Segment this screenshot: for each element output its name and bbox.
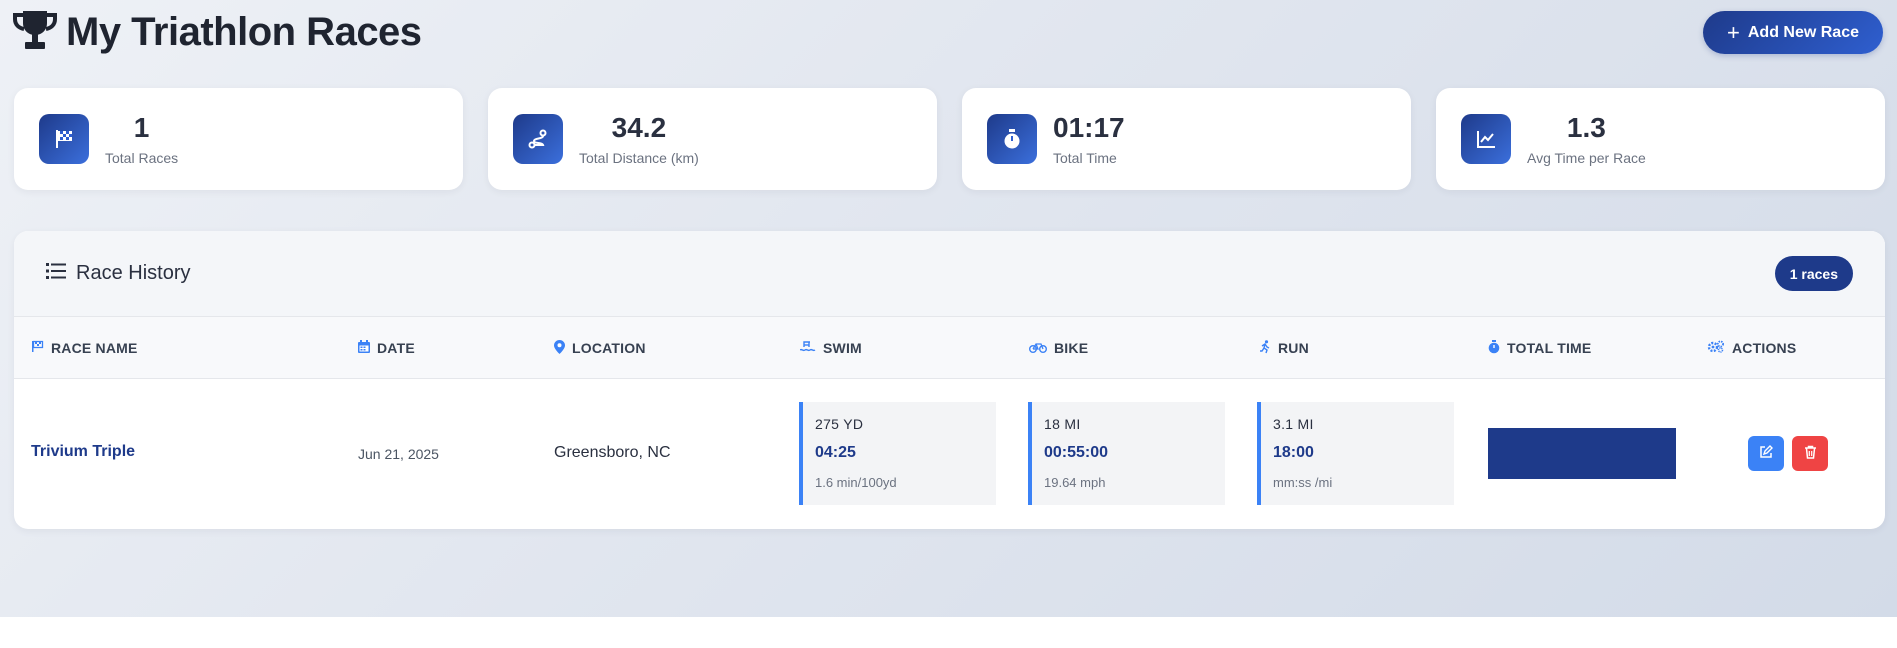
table-header-row: RACE NAME DATE LOCATION SWIM BIKE RUN TO… <box>14 317 1885 379</box>
chart-line-icon <box>1461 114 1511 164</box>
route-icon <box>513 114 563 164</box>
stat-card-total-time: 01:17 Total Time <box>962 88 1411 190</box>
bicycle-icon <box>1029 340 1047 356</box>
swim-time: 04:25 <box>815 444 856 461</box>
run-time: 18:00 <box>1273 444 1314 461</box>
stat-value: 1.3 <box>1566 112 1606 143</box>
add-new-race-button[interactable]: + Add New Race <box>1703 11 1883 54</box>
column-header-date[interactable]: DATE <box>358 317 415 379</box>
page-header: My Triathlon Races + Add New Race <box>12 10 1885 55</box>
stat-value: 01:17 <box>1053 112 1125 143</box>
trophy-icon <box>12 9 58 56</box>
edit-icon <box>1759 445 1773 462</box>
stat-label: Total Time <box>1053 150 1117 166</box>
stats-row: 1 Total Races 34.2 Total Distance (km) 0… <box>14 88 1885 190</box>
delete-race-button[interactable] <box>1792 436 1828 471</box>
title-wrap: My Triathlon Races <box>12 9 422 56</box>
bike-distance: 18 MI <box>1044 416 1081 432</box>
race-name-link[interactable]: Trivium Triple <box>31 443 135 461</box>
column-header-swim[interactable]: SWIM <box>799 317 862 379</box>
stat-value: 1 <box>133 112 150 143</box>
column-header-run[interactable]: RUN <box>1259 317 1309 379</box>
total-time-badge <box>1488 428 1676 479</box>
checkered-flag-icon <box>39 114 89 164</box>
stat-card-total-distance: 34.2 Total Distance (km) <box>488 88 937 190</box>
calendar-icon <box>358 340 370 356</box>
stat-label: Total Races <box>105 150 179 166</box>
swim-pace: 1.6 min/100yd <box>815 475 897 490</box>
stat-card-total-races: 1 Total Races <box>14 88 463 190</box>
stopwatch-icon <box>987 114 1037 164</box>
column-header-race-name[interactable]: RACE NAME <box>31 317 138 379</box>
race-date: Jun 21, 2025 <box>358 446 439 462</box>
race-history-title: Race History <box>76 262 191 284</box>
column-label: LOCATION <box>572 340 646 356</box>
bike-segment-card: 18 MI 00:55:00 19.64 mph <box>1028 402 1225 505</box>
column-label: TOTAL TIME <box>1507 340 1592 356</box>
column-label: DATE <box>377 340 415 356</box>
stopwatch-icon <box>1488 339 1500 357</box>
column-label: RACE NAME <box>51 340 138 356</box>
stat-value: 34.2 <box>611 112 667 143</box>
column-header-actions: ACTIONS <box>1707 317 1796 379</box>
column-label: ACTIONS <box>1732 340 1797 356</box>
swim-segment-card: 275 YD 04:25 1.6 min/100yd <box>799 402 996 505</box>
trash-icon <box>1804 445 1817 462</box>
flag-icon <box>31 340 44 356</box>
race-history-header: Race History 1 races <box>14 231 1885 317</box>
edit-race-button[interactable] <box>1748 436 1784 471</box>
swim-distance: 275 YD <box>815 416 864 432</box>
column-header-total-time[interactable]: TOTAL TIME <box>1488 317 1591 379</box>
map-pin-icon <box>554 339 565 357</box>
bike-pace: 19.64 mph <box>1044 475 1106 490</box>
column-label: BIKE <box>1054 340 1089 356</box>
run-pace: mm:ss /mi <box>1273 475 1333 490</box>
run-distance: 3.1 MI <box>1273 416 1314 432</box>
gears-icon <box>1707 340 1725 356</box>
race-count-badge: 1 races <box>1774 256 1853 291</box>
page-title: My Triathlon Races <box>66 10 422 54</box>
bike-time: 00:55:00 <box>1044 444 1109 461</box>
race-location: Greensboro, NC <box>554 444 671 461</box>
run-segment-card: 3.1 MI 18:00 mm:ss /mi <box>1257 402 1454 505</box>
stat-label: Total Distance (km) <box>579 150 699 166</box>
race-history-panel: Race History 1 races RACE NAME DATE LOCA… <box>14 231 1885 529</box>
column-label: SWIM <box>823 340 862 356</box>
runner-icon <box>1259 339 1271 357</box>
table-row: Trivium Triple Jun 21, 2025 Greensboro, … <box>14 379 1885 527</box>
list-icon <box>46 262 66 285</box>
add-new-race-label: Add New Race <box>1747 23 1859 41</box>
plus-icon: + <box>1727 19 1740 45</box>
stat-card-avg-time: 1.3 Avg Time per Race <box>1436 88 1885 190</box>
column-header-bike[interactable]: BIKE <box>1029 317 1088 379</box>
swimmer-icon <box>799 340 816 356</box>
column-header-location[interactable]: LOCATION <box>554 317 646 379</box>
column-label: RUN <box>1278 340 1309 356</box>
stat-label: Avg Time per Race <box>1527 150 1646 166</box>
